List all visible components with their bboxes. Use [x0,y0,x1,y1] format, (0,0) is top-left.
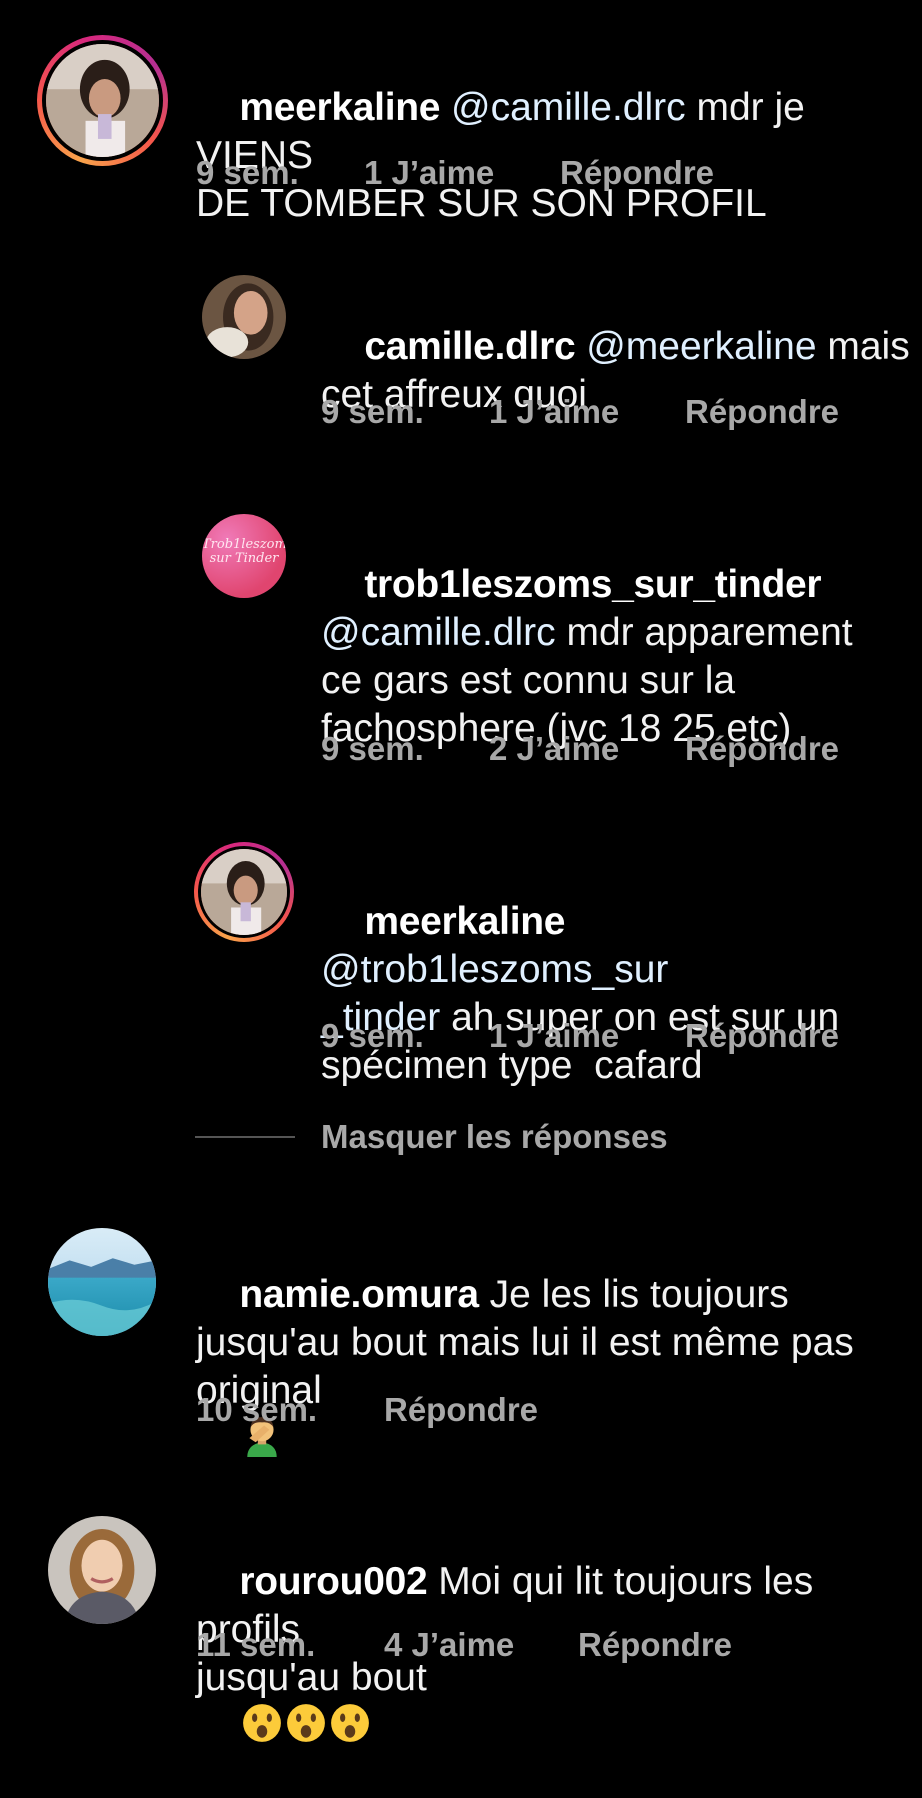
reply-button[interactable]: Répondre [560,153,714,193]
comment-text: camille.dlrc @meerkaline mais cet affreux… [321,275,921,467]
reply-button[interactable]: Répondre [578,1625,732,1665]
comment-text: namie.omura Je les lis toujours jusqu'au … [196,1223,916,1511]
avatar-photo [198,846,290,938]
avatar[interactable] [202,275,286,359]
avatar[interactable] [194,842,294,942]
comment-body: Je les lis toujours [478,1273,789,1316]
avatar-photo [42,40,163,161]
mention-link[interactable]: @meerkaline [586,325,816,368]
user-photo-icon [48,1516,156,1624]
timestamp: 9 sem. [321,1017,424,1054]
likes-count[interactable]: 2 J’aime [489,729,619,769]
hide-replies-button[interactable]: Masquer les réponses [321,1118,668,1156]
avatar[interactable]: Trob1leszoms sur Tinder [202,514,286,598]
reply-button[interactable]: Répondre [384,1390,538,1430]
user-photo-icon [46,44,159,157]
likes-count[interactable]: 4 J’aime [384,1625,514,1665]
likes-count[interactable]: 1 J’aime [489,1016,619,1056]
timestamp: 11 sem. [196,1626,316,1663]
username[interactable]: namie.omura [239,1273,479,1316]
timestamp: 9 sem. [321,393,424,430]
mention-link[interactable]: @trob1leszoms_sur [321,948,668,991]
reply-button[interactable]: Répondre [685,729,839,769]
landscape-photo-icon [48,1228,156,1336]
reply-button[interactable]: Répondre [685,392,839,432]
user-photo-icon [202,275,286,359]
mention-link[interactable]: @camille.dlrc [451,86,686,129]
username[interactable]: rourou002 [239,1560,427,1603]
timestamp: 9 sem. [321,730,424,767]
surprised-emoji-icon [287,1704,326,1742]
avatar[interactable] [37,35,168,166]
user-photo-icon [201,849,287,935]
timestamp: 9 sem. [196,154,299,191]
comment-body-line2: jusqu'au bout mais lui il est même pas [196,1321,854,1364]
comment-text: meerkaline @camille.dlrc mdr je VIENS DE … [196,36,916,276]
comment-body: mdr apparement [555,611,853,654]
reply-button[interactable]: Répondre [685,1016,839,1056]
avatar-logo-text: Trob1leszoms sur Tinder [202,537,286,566]
mention-link[interactable]: @camille.dlrc [321,611,556,654]
surprised-emoji-icon [243,1704,282,1742]
username[interactable]: trob1leszoms_sur_tinder [364,563,821,606]
hide-replies-divider [195,1136,295,1138]
comment-body-line2: ce gars est connu sur la [321,659,736,702]
username[interactable]: meerkaline [364,900,565,943]
likes-count[interactable]: 1 J’aime [364,153,494,193]
username[interactable]: meerkaline [239,86,440,129]
avatar[interactable] [48,1228,156,1336]
username[interactable]: camille.dlrc [364,325,575,368]
likes-count[interactable]: 1 J’aime [489,392,619,432]
comment-body: mais [816,325,910,368]
avatar[interactable] [48,1516,156,1624]
comment-text: meerkaline @trob1leszoms_sur _tinder ah s… [321,850,921,1138]
surprised-emoji-icon [331,1704,370,1742]
timestamp: 10 sem. [196,1391,318,1428]
